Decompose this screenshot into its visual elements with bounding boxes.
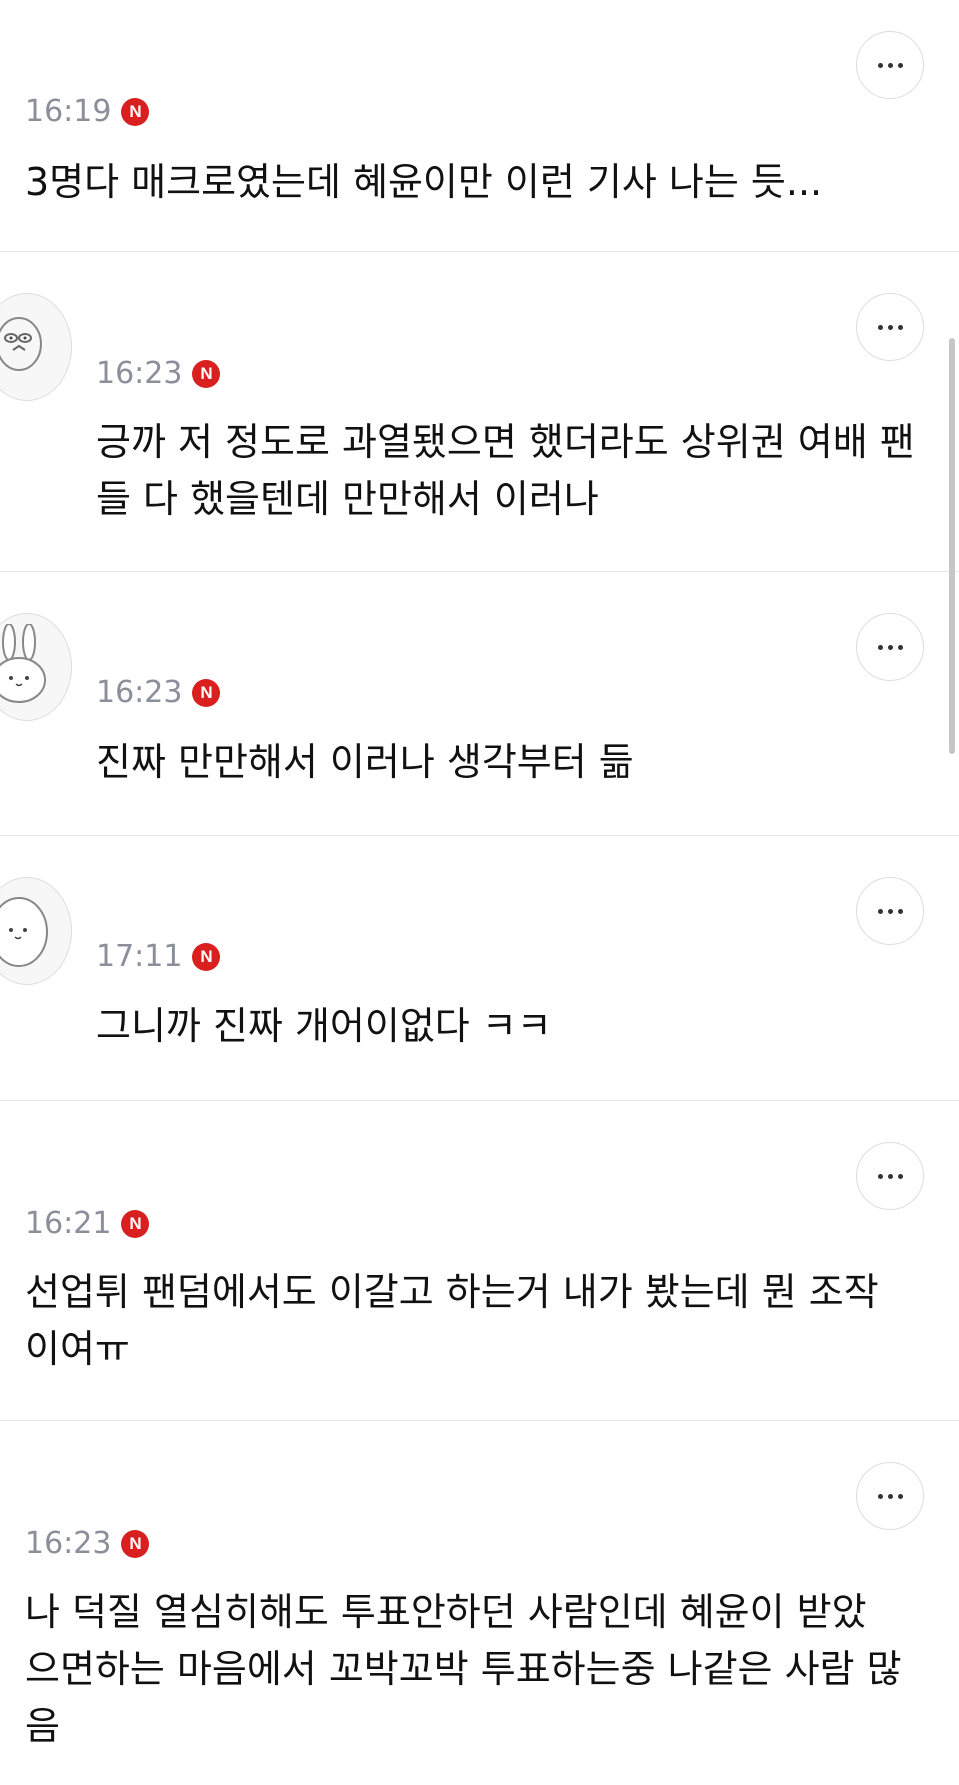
comment-time: 16:23	[96, 675, 183, 710]
comment-meta: 16:23 N	[25, 1526, 150, 1561]
new-badge: N	[121, 1529, 150, 1558]
comment-item: 16:23 N 진짜 만만해서 이러나 생각부터 듦	[0, 572, 959, 836]
scrollbar[interactable]	[949, 338, 955, 754]
comment-text: 그니까 진짜 개어이없다 ㅋㅋ	[96, 1004, 552, 1048]
comment-meta: 16:19 N	[25, 94, 150, 129]
more-icon	[877, 62, 883, 68]
new-badge: N	[192, 359, 221, 388]
comment-time: 16:23	[25, 1526, 112, 1561]
comment-time: 16:19	[25, 94, 112, 129]
comment-item: 16:21 N 선업튀 팬덤에서도 이갈고 하는거 내가 봤는데 뭔 조작 이여…	[0, 1101, 959, 1421]
comment-time: 17:11	[96, 939, 183, 974]
comment-item: 16:23 N 나 덕질 열심히해도 투표안하던 사람인데 혜윤이 받았 으면하…	[0, 1421, 959, 1785]
new-badge: N	[192, 942, 221, 971]
comment-meta: 16:23 N	[96, 356, 221, 391]
more-options-button[interactable]	[856, 877, 924, 945]
comment-text: 진짜 만만해서 이러나 생각부터 듦	[96, 740, 634, 784]
more-options-button[interactable]	[856, 31, 924, 99]
more-icon	[877, 908, 883, 914]
avatar[interactable]	[0, 877, 72, 985]
character-avatar-icon	[0, 317, 42, 371]
comment-text: 3명다 매크로였는데 혜윤이만 이런 기사 나는 듯...	[25, 160, 823, 204]
comment-meta: 16:23 N	[96, 675, 221, 710]
more-options-button[interactable]	[856, 1462, 924, 1530]
comment-time: 16:23	[96, 356, 183, 391]
comment-item: 17:11 N 그니까 진짜 개어이없다 ㅋㅋ	[0, 836, 959, 1101]
rabbit-avatar-icon	[0, 624, 46, 703]
more-icon	[877, 1493, 883, 1499]
comment-meta: 16:21 N	[25, 1206, 150, 1241]
more-options-button[interactable]	[856, 613, 924, 681]
comment-item: 16:23 N 긍까 저 정도로 과열됐으면 했더라도 상위권 여배 팬들 다 …	[0, 252, 959, 572]
comment-text: 나 덕질 열심히해도 투표안하던 사람인데 혜윤이 받았 으면하는 마음에서 꼬…	[25, 1590, 902, 1748]
new-badge: N	[192, 678, 221, 707]
more-options-button[interactable]	[856, 293, 924, 361]
new-badge: N	[121, 1209, 150, 1238]
comment-time: 16:21	[25, 1206, 112, 1241]
comment-item: 16:19 N 3명다 매크로였는데 혜윤이만 이런 기사 나는 듯...	[0, 0, 959, 252]
comment-meta: 17:11 N	[96, 939, 221, 974]
more-icon	[877, 324, 883, 330]
comment-text: 선업튀 팬덤에서도 이갈고 하는거 내가 봤는데 뭔 조작 이여ㅠ	[25, 1270, 891, 1371]
bear-avatar-icon	[0, 897, 48, 967]
more-icon	[877, 1173, 883, 1179]
more-options-button[interactable]	[856, 1142, 924, 1210]
new-badge: N	[121, 97, 150, 126]
more-icon	[877, 644, 883, 650]
avatar[interactable]	[0, 613, 72, 721]
avatar[interactable]	[0, 293, 72, 401]
comment-text: 긍까 저 정도로 과열됐으면 했더라도 상위권 여배 팬들 다 했을텐데 만만해…	[96, 420, 915, 521]
